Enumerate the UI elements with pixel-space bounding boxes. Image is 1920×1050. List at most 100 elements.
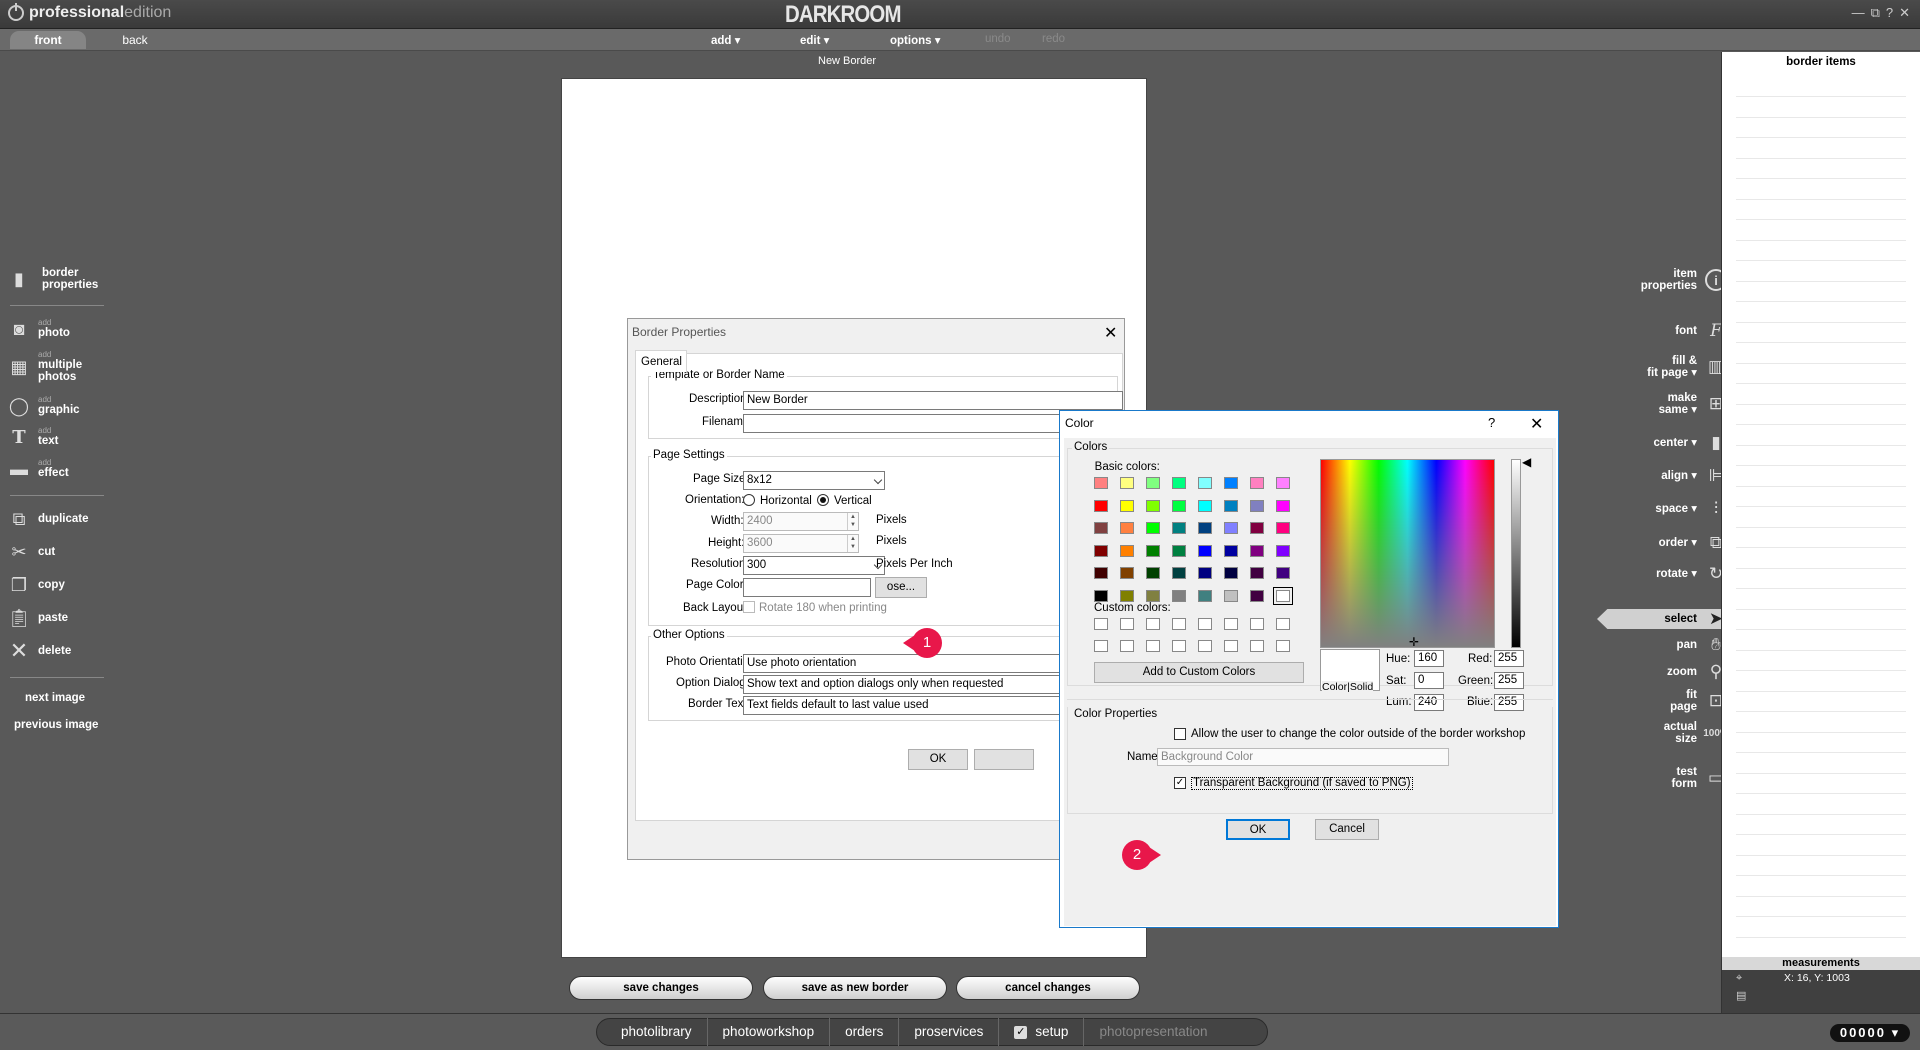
custom-color-slot[interactable] [1276,618,1290,630]
menu-options[interactable]: options ▾ [890,33,941,47]
tab-back[interactable]: back [110,31,160,49]
color-swatch[interactable] [1250,567,1264,579]
color-swatch[interactable] [1250,522,1264,534]
color-swatch[interactable] [1250,544,1264,557]
color-swatch[interactable] [1172,477,1186,489]
add-effect-button[interactable]: ▬ add effect [8,456,69,482]
color-swatch[interactable] [1224,544,1238,557]
red-field[interactable]: 255 [1494,650,1524,667]
menu-redo[interactable]: redo [1042,33,1065,45]
color-swatch[interactable] [1094,499,1108,512]
menu-add[interactable]: add ▾ [711,33,740,47]
color-swatch[interactable] [1146,522,1160,534]
help-icon[interactable]: ? [1886,5,1893,21]
nav-photoworkshop[interactable]: photoworkshop [708,1018,831,1046]
save-as-new-border-button[interactable]: save as new border [763,976,947,1000]
color-swatch[interactable] [1250,477,1264,489]
page-size-select[interactable]: 8x12 [743,471,885,490]
color-swatch[interactable] [1224,589,1238,602]
color-swatch[interactable] [1172,589,1186,602]
cancel-changes-button[interactable]: cancel changes [956,976,1140,1000]
center-button[interactable]: center ▾ ▮ [1654,432,1727,454]
color-swatch[interactable] [1250,589,1264,602]
nav-photopresentation[interactable]: photopresentation [1084,1018,1222,1046]
spinner-icon[interactable]: ▲ ▼ [847,513,858,530]
paste-button[interactable]: 📋︎ paste [8,605,68,631]
menu-undo[interactable]: undo [985,33,1011,45]
close-icon[interactable]: ✕ [1899,5,1910,21]
tab-general[interactable]: General [635,350,687,372]
ok-button[interactable]: OK [908,749,968,770]
minimize-icon[interactable]: — [1852,5,1865,21]
nav-photolibrary[interactable]: photolibrary [597,1018,708,1046]
vertical-radio[interactable] [817,494,829,506]
add-custom-colors-button[interactable]: Add to Custom Colors [1094,662,1304,683]
fill-fit-page-button[interactable]: fill & fit page ▾ ▥ [1647,355,1727,379]
color-swatch[interactable] [1094,477,1108,489]
custom-color-slot[interactable] [1146,618,1160,630]
color-swatch[interactable] [1250,499,1264,512]
color-swatch[interactable] [1172,544,1186,557]
resolution-select[interactable]: 300 [743,556,885,575]
hue-field[interactable]: 160 [1414,650,1444,667]
color-swatch[interactable] [1224,567,1238,579]
name-field[interactable]: Background Color [1157,748,1449,766]
color-swatch[interactable] [1094,567,1108,579]
actual-size-button[interactable]: actual size 100% [1664,721,1729,745]
custom-color-slot[interactable] [1146,640,1160,652]
delete-button[interactable]: ✕ delete [8,638,71,664]
color-swatch[interactable] [1172,499,1186,512]
restore-icon[interactable]: ⧉ [1871,5,1880,21]
color-swatch[interactable] [1120,589,1134,602]
color-swatch[interactable] [1094,544,1108,557]
spinner-icon[interactable]: ▲ ▼ [847,535,858,552]
green-field[interactable]: 255 [1494,672,1524,689]
order-counter[interactable]: 00000 ▾ [1830,1024,1910,1042]
add-multiple-photos-button[interactable]: ▦ add multiple photos [8,351,82,384]
custom-color-slot[interactable] [1172,640,1186,652]
sat-field[interactable]: 0 [1414,672,1444,689]
previous-image-link[interactable]: previous image [14,719,98,731]
font-button[interactable]: font F [1675,320,1727,342]
color-swatch[interactable] [1224,499,1238,512]
luminance-bar[interactable] [1511,459,1521,648]
fit-page-button[interactable]: fit page ⊡ [1670,689,1727,713]
color-swatch[interactable] [1198,477,1212,489]
color-swatch[interactable] [1172,522,1186,534]
color-swatch[interactable] [1172,567,1186,579]
rotate-button[interactable]: rotate ▾ ↻ [1656,563,1727,585]
nav-orders[interactable]: orders [830,1018,900,1046]
add-photo-button[interactable]: ◙ add photo [8,316,70,342]
color-swatch[interactable] [1198,544,1212,557]
allow-change-checkbox[interactable] [1174,728,1186,740]
pan-tool-button[interactable]: pan ✋︎ [1677,634,1727,656]
align-button[interactable]: align ▾ ⊫ [1661,465,1727,487]
custom-color-slot[interactable] [1120,640,1134,652]
color-swatch[interactable] [1146,477,1160,489]
color-swatch[interactable] [1120,567,1134,579]
custom-color-slot[interactable] [1198,618,1212,630]
color-swatch[interactable] [1276,477,1290,489]
nav-setup[interactable]: ✓ setup [999,1018,1085,1046]
color-swatch[interactable] [1198,522,1212,534]
border-properties-button[interactable]: ▮ border properties [8,266,98,292]
tab-front[interactable]: front [10,31,86,49]
custom-color-slot[interactable] [1250,640,1264,652]
width-field[interactable]: 2400 ▲ ▼ [743,512,859,531]
color-swatch[interactable] [1273,586,1293,605]
custom-color-slot[interactable] [1276,640,1290,652]
color-swatch[interactable] [1224,477,1238,489]
color-swatch[interactable] [1146,544,1160,557]
color-swatch[interactable] [1198,589,1212,602]
color-swatch[interactable] [1276,499,1290,512]
color-swatch[interactable] [1146,567,1160,579]
cancel-button[interactable] [974,749,1034,770]
zoom-tool-button[interactable]: zoom ⚲ [1667,661,1727,683]
copy-button[interactable]: ❐ copy [8,572,65,598]
menu-edit[interactable]: edit ▾ [800,33,829,47]
item-properties-button[interactable]: item properties i [1641,268,1727,292]
color-swatch[interactable] [1198,499,1212,512]
color-swatch[interactable] [1198,567,1212,579]
ok-button[interactable]: OK [1226,819,1290,840]
add-text-button[interactable]: T add text [8,424,58,450]
